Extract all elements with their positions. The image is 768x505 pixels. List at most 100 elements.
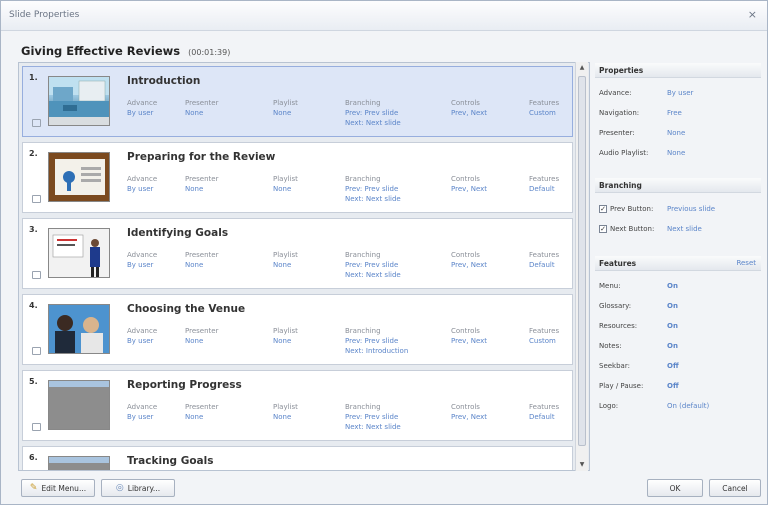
controls-value[interactable]: Prev, Next bbox=[451, 184, 487, 194]
presenter-col: Presenter None bbox=[185, 326, 218, 346]
feature-value-notes[interactable]: On bbox=[667, 342, 678, 350]
branching-col: Branching Prev: Prev slide Next: Introduct… bbox=[345, 326, 408, 356]
slide-row-3[interactable]: 3. Identifying Goals Advance By user Pres… bbox=[22, 218, 573, 289]
controls-label: Controls bbox=[451, 403, 480, 411]
branching-next[interactable]: Next: Introduction bbox=[345, 346, 408, 356]
feature-label-seekbar: Seekbar: bbox=[599, 362, 630, 370]
slide-title: Reporting Progress bbox=[127, 379, 242, 391]
branching-label: Branching bbox=[345, 251, 381, 259]
advance-col: Advance By user bbox=[127, 98, 157, 118]
features-value[interactable]: Default bbox=[529, 260, 559, 270]
scroll-thumb[interactable] bbox=[578, 76, 586, 446]
advance-col: Advance By user bbox=[127, 250, 157, 270]
features-value[interactable]: Default bbox=[529, 412, 559, 422]
branching-next[interactable]: Next: Next slide bbox=[345, 118, 401, 128]
feature-value-glossary[interactable]: On bbox=[667, 302, 678, 310]
slide-file-icon bbox=[32, 423, 41, 431]
slide-row-2[interactable]: 2. Preparing for the Review Advance By us… bbox=[22, 142, 573, 213]
controls-value[interactable]: Prev, Next bbox=[451, 412, 487, 422]
next-button-checkbox[interactable]: ✓ bbox=[599, 225, 607, 233]
presenter-value[interactable]: None bbox=[185, 260, 218, 270]
prop-value-navigation[interactable]: Free bbox=[667, 109, 682, 117]
controls-label: Controls bbox=[451, 99, 480, 107]
features-reset-link[interactable]: Reset bbox=[736, 259, 756, 267]
slide-title: Tracking Goals bbox=[127, 455, 214, 467]
dialog-footer: ✎ Edit Menu... ◎ Library... OK Cancel bbox=[1, 479, 767, 505]
prop-label-presenter: Presenter: bbox=[599, 129, 635, 137]
controls-col: Controls Prev, Next bbox=[451, 250, 487, 270]
branching-label: Branching bbox=[345, 175, 381, 183]
features-value[interactable]: Default bbox=[529, 184, 559, 194]
playlist-value[interactable]: None bbox=[273, 108, 298, 118]
prop-value-advance[interactable]: By user bbox=[667, 89, 693, 97]
advance-value[interactable]: By user bbox=[127, 260, 157, 270]
slide-row-5[interactable]: 5. Reporting Progress Advance By user Pre… bbox=[22, 370, 573, 441]
slide-row-1[interactable]: 1. Introduction Advance By user Presenter… bbox=[22, 66, 573, 137]
advance-value[interactable]: By user bbox=[127, 336, 157, 346]
controls-col: Controls Prev, Next bbox=[451, 98, 487, 118]
scroll-up-icon[interactable]: ▲ bbox=[576, 62, 588, 74]
branching-prev[interactable]: Prev: Prev slide bbox=[345, 412, 401, 422]
advance-value[interactable]: By user bbox=[127, 412, 157, 422]
feature-label-menu: Menu: bbox=[599, 282, 621, 290]
controls-value[interactable]: Prev, Next bbox=[451, 260, 487, 270]
slide-file-icon bbox=[32, 347, 41, 355]
playlist-value[interactable]: None bbox=[273, 184, 298, 194]
advance-value[interactable]: By user bbox=[127, 184, 157, 194]
slide-row-6[interactable]: 6. Tracking Goals bbox=[22, 446, 573, 470]
branching-next[interactable]: Next: Next slide bbox=[345, 194, 401, 204]
next-button-value[interactable]: Next slide bbox=[667, 225, 702, 233]
feature-value-seekbar[interactable]: Off bbox=[667, 362, 679, 370]
controls-value[interactable]: Prev, Next bbox=[451, 336, 487, 346]
pencil-icon: ✎ bbox=[29, 483, 38, 493]
slide-list: 1. Introduction Advance By user Presenter… bbox=[18, 62, 590, 471]
presenter-value[interactable]: None bbox=[185, 412, 218, 422]
features-value[interactable]: Custom bbox=[529, 108, 559, 118]
prop-value-presenter[interactable]: None bbox=[667, 129, 685, 137]
slide-thumbnail bbox=[48, 76, 110, 126]
edit-menu-button[interactable]: ✎ Edit Menu... bbox=[21, 479, 95, 497]
branching-next[interactable]: Next: Next slide bbox=[345, 270, 401, 280]
playlist-col: Playlist None bbox=[273, 326, 298, 346]
feature-value-play-pause[interactable]: Off bbox=[667, 382, 679, 390]
branching-col: Branching Prev: Prev slide Next: Next slid… bbox=[345, 250, 401, 280]
feature-value-resources[interactable]: On bbox=[667, 322, 678, 330]
slide-row-4[interactable]: 4. Choosing the Venue Advance By user Pre… bbox=[22, 294, 573, 365]
prev-button-value[interactable]: Previous slide bbox=[667, 205, 715, 213]
branching-next[interactable]: Next: Next slide bbox=[345, 422, 401, 432]
feature-value-logo[interactable]: On (default) bbox=[667, 402, 709, 410]
branching-prev[interactable]: Prev: Prev slide bbox=[345, 184, 401, 194]
playlist-value[interactable]: None bbox=[273, 412, 298, 422]
playlist-col: Playlist None bbox=[273, 98, 298, 118]
presenter-value[interactable]: None bbox=[185, 184, 218, 194]
features-value[interactable]: Custom bbox=[529, 336, 559, 346]
slide-number: 6. bbox=[29, 453, 38, 462]
playlist-value[interactable]: None bbox=[273, 336, 298, 346]
branching-prev[interactable]: Prev: Prev slide bbox=[345, 108, 401, 118]
presenter-value[interactable]: None bbox=[185, 336, 218, 346]
close-icon[interactable]: × bbox=[748, 8, 757, 21]
slide-list-scrollbar[interactable]: ▲ ▼ bbox=[575, 62, 588, 471]
prop-value-audio-playlist[interactable]: None bbox=[667, 149, 685, 157]
controls-col: Controls Prev, Next bbox=[451, 174, 487, 194]
branching-prev[interactable]: Prev: Prev slide bbox=[345, 336, 408, 346]
branching-header: Branching bbox=[595, 178, 761, 193]
feature-value-menu[interactable]: On bbox=[667, 282, 678, 290]
playlist-value[interactable]: None bbox=[273, 260, 298, 270]
prev-button-checkbox[interactable]: ✓ bbox=[599, 205, 607, 213]
edit-menu-label: Edit Menu... bbox=[41, 483, 87, 493]
cancel-label: Cancel bbox=[722, 483, 748, 493]
presenter-value[interactable]: None bbox=[185, 108, 218, 118]
ok-button[interactable]: OK bbox=[647, 479, 703, 497]
controls-value[interactable]: Prev, Next bbox=[451, 108, 487, 118]
advance-col: Advance By user bbox=[127, 326, 157, 346]
playlist-label: Playlist bbox=[273, 99, 298, 107]
cancel-button[interactable]: Cancel bbox=[709, 479, 761, 497]
slide-file-icon bbox=[32, 271, 41, 279]
library-button[interactable]: ◎ Library... bbox=[101, 479, 175, 497]
branching-prev[interactable]: Prev: Prev slide bbox=[345, 260, 401, 270]
ok-label: OK bbox=[669, 483, 681, 493]
advance-value[interactable]: By user bbox=[127, 108, 157, 118]
library-label: Library... bbox=[127, 483, 161, 493]
scroll-down-icon[interactable]: ▼ bbox=[576, 459, 588, 471]
